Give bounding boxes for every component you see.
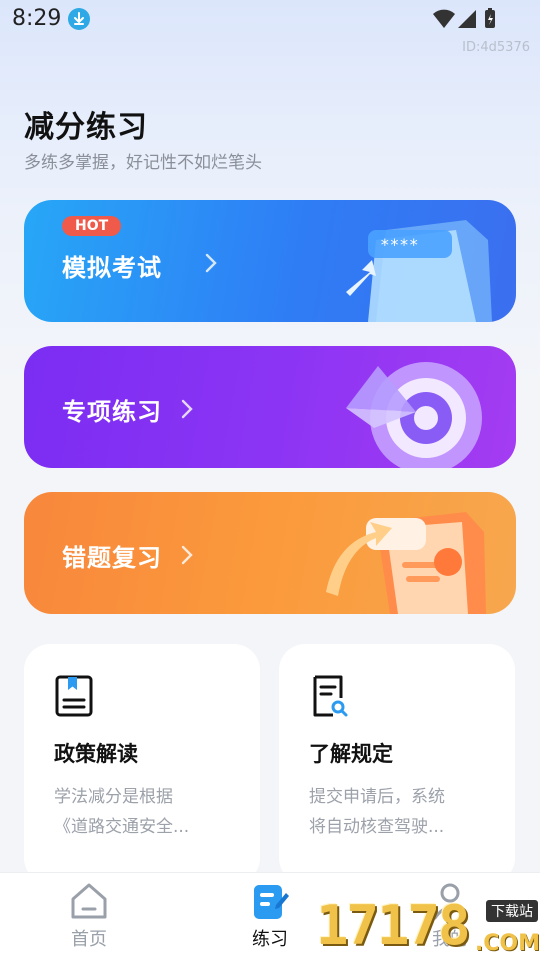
exam-paper-illustration: **** bbox=[346, 220, 492, 322]
policy-desc-line1: 学法减分是根据 bbox=[54, 787, 173, 807]
rules-desc: 提交申请后，系统 将自动核查驾驶... bbox=[309, 782, 489, 842]
status-indicators bbox=[432, 6, 502, 36]
topic-practice-card[interactable]: 专项练习 bbox=[24, 346, 516, 468]
review-paper-illustration bbox=[326, 512, 486, 614]
rules-desc-line1: 提交申请后，系统 bbox=[309, 787, 445, 807]
policy-title: 政策解读 bbox=[54, 742, 138, 766]
svg-text:****: **** bbox=[380, 235, 419, 254]
mock-exam-label: 模拟考试 bbox=[62, 254, 162, 282]
chevron-right-icon bbox=[181, 545, 193, 565]
home-icon bbox=[71, 883, 107, 919]
mock-exam-card[interactable]: HOT 模拟考试 **** bbox=[24, 200, 516, 322]
chevron-right-icon bbox=[181, 399, 193, 419]
watermark-digits: 17178 bbox=[316, 894, 471, 957]
rules-title: 了解规定 bbox=[309, 742, 393, 766]
chevron-right-icon bbox=[205, 253, 217, 273]
download-icon bbox=[68, 8, 90, 30]
policy-card[interactable]: 政策解读 学法减分是根据 《道路交通安全... bbox=[24, 644, 260, 884]
rules-card[interactable]: 了解规定 提交申请后，系统 将自动核查驾驶... bbox=[279, 644, 515, 884]
watermark-tag: 下载站 bbox=[486, 900, 538, 922]
status-bar: 8:29 bbox=[0, 0, 540, 38]
battery-icon bbox=[485, 8, 495, 28]
rules-search-icon bbox=[313, 675, 348, 717]
watermark-suffix: .COM bbox=[474, 931, 540, 956]
policy-document-icon bbox=[55, 675, 93, 717]
signal-icon bbox=[458, 10, 476, 28]
tab-home-label: 首页 bbox=[71, 929, 107, 950]
status-time: 8:29 bbox=[12, 6, 62, 31]
page-subtitle: 多练多掌握，好记性不如烂笔头 bbox=[24, 153, 262, 173]
watermark-logo: 17178 下载站 .COM bbox=[316, 894, 540, 960]
page-id: ID:4d5376 bbox=[462, 40, 530, 55]
target-illustration bbox=[346, 362, 482, 468]
wrong-review-label: 错题复习 bbox=[62, 544, 162, 572]
page-title: 减分练习 bbox=[24, 110, 148, 145]
wifi-icon bbox=[433, 9, 455, 28]
tab-home[interactable]: 首页 bbox=[44, 881, 134, 951]
tab-practice-label: 练习 bbox=[252, 929, 288, 950]
rules-desc-line2: 将自动核查驾驶... bbox=[309, 817, 445, 837]
tab-practice[interactable]: 练习 bbox=[225, 881, 315, 951]
policy-desc: 学法减分是根据 《道路交通安全... bbox=[54, 782, 234, 842]
policy-desc-line2: 《道路交通安全... bbox=[54, 817, 190, 837]
topic-practice-label: 专项练习 bbox=[62, 398, 162, 426]
hot-badge: HOT bbox=[62, 216, 122, 236]
wrong-review-card[interactable]: 错题复习 bbox=[24, 492, 516, 614]
practice-icon bbox=[254, 885, 289, 919]
